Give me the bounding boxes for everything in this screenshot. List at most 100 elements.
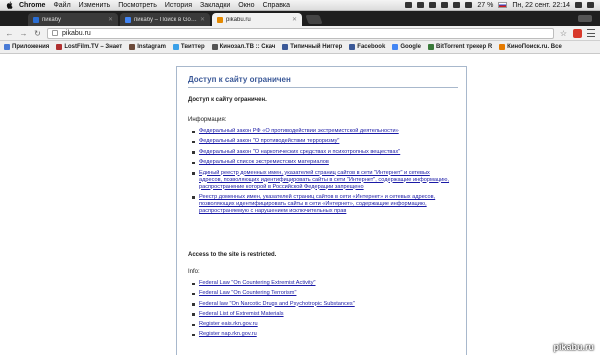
registry-link-nap-en[interactable]: Register nap.rkn.gov.ru bbox=[199, 331, 257, 337]
law-link-extremist-list-en[interactable]: Federal List of Extremist Materials bbox=[199, 311, 284, 317]
instagram-favicon-icon bbox=[129, 44, 136, 50]
chrome-menu-icon[interactable] bbox=[587, 29, 595, 37]
bookmark-apps[interactable]: Приложения bbox=[4, 44, 49, 50]
macos-menubar: Chrome Файл Изменить Посмотреть История … bbox=[0, 0, 600, 11]
list-item: Реестр доменных имен, указателей страниц… bbox=[192, 194, 454, 215]
close-icon[interactable]: ✕ bbox=[200, 16, 205, 23]
bookmark-google[interactable]: Google bbox=[392, 44, 421, 50]
list-item: Federal List of Extremist Materials bbox=[192, 311, 454, 318]
law-link-terrorism[interactable]: Федеральный закон "О противодействии тер… bbox=[199, 138, 339, 144]
new-tab-button[interactable] bbox=[305, 15, 323, 24]
tab-pikabu-ru[interactable]: pikabu.ru ✕ bbox=[212, 13, 302, 26]
spotlight-icon[interactable] bbox=[575, 2, 582, 8]
browser-toolbar: ← → ↻ pikabu.ru ☆ bbox=[0, 26, 600, 41]
bookmark-facebook[interactable]: Facebook bbox=[349, 44, 385, 50]
bookmark-instagram[interactable]: Instagram bbox=[129, 44, 166, 50]
app-menu[interactable]: Chrome bbox=[19, 2, 45, 9]
list-item: Federal Law "On Countering Extremist Act… bbox=[192, 280, 454, 287]
twitter-favicon-icon bbox=[172, 44, 179, 50]
restriction-message-en: Access to the site is restricted. bbox=[188, 252, 277, 258]
page-title: Доступ к сайту ограничен bbox=[188, 75, 291, 84]
list-item: Register eais.rkn.gov.ru bbox=[192, 321, 454, 328]
address-bar[interactable]: pikabu.ru bbox=[47, 27, 554, 39]
battery-status[interactable]: 27 % bbox=[477, 2, 493, 9]
forward-arrow-icon[interactable]: → bbox=[19, 29, 28, 38]
en-law-links: Federal Law "On Countering Extremist Act… bbox=[192, 280, 454, 342]
extension-icon[interactable] bbox=[573, 28, 582, 38]
tab-label: пикабу – Поиск в Google bbox=[134, 16, 200, 23]
time-machine-icon[interactable] bbox=[429, 2, 437, 8]
profile-button[interactable] bbox=[578, 15, 592, 22]
law-link-extremist-list[interactable]: Федеральный список экстремистских матери… bbox=[199, 159, 329, 165]
list-item: Федеральный закон "О наркотических средс… bbox=[192, 149, 454, 156]
registry-link-eais[interactable]: Единый реестр доменных имен, указателей … bbox=[199, 170, 449, 190]
bookmark-kinopoisk[interactable]: КиноПоиск.ru. Все bbox=[499, 44, 562, 50]
bookmark-bittorrent[interactable]: BitTorrent трекер R bbox=[427, 44, 492, 50]
tab-google-search[interactable]: пикабу – Поиск в Google ✕ bbox=[120, 13, 210, 26]
url-text[interactable]: pikabu.ru bbox=[62, 30, 91, 37]
apple-icon[interactable] bbox=[6, 1, 13, 9]
close-icon[interactable]: ✕ bbox=[292, 16, 297, 23]
law-link-extremism[interactable]: Федеральный закон РФ «О противодействии … bbox=[199, 128, 399, 134]
law-link-extremism-en[interactable]: Federal Law "On Countering Extremist Act… bbox=[199, 280, 316, 286]
display-icon[interactable] bbox=[417, 2, 425, 8]
status-tray: 27 % Пн, 22 сент. 22:14 bbox=[405, 2, 594, 9]
facebook-favicon-icon bbox=[349, 44, 356, 50]
registry-link-eais-en[interactable]: Register eais.rkn.gov.ru bbox=[199, 321, 258, 327]
menu-help[interactable]: Справка bbox=[263, 2, 290, 9]
watermark: pikabu.ru bbox=[553, 342, 594, 352]
list-item: Единый реестр доменных имен, указателей … bbox=[192, 170, 454, 191]
bookmark-star-icon[interactable]: ☆ bbox=[559, 29, 568, 38]
tab-favicon bbox=[125, 16, 131, 23]
back-arrow-icon[interactable]: ← bbox=[5, 29, 14, 38]
menu-view[interactable]: Посмотреть bbox=[118, 2, 157, 9]
vk-favicon-icon bbox=[282, 44, 289, 50]
wifi-icon[interactable] bbox=[453, 2, 461, 8]
law-link-terrorism-en[interactable]: Federal Law "On Countering Terrorism" bbox=[199, 290, 296, 296]
page-info-icon[interactable] bbox=[52, 30, 58, 36]
list-item: Federal Law "On Countering Terrorism" bbox=[192, 290, 454, 297]
menu-file[interactable]: Файл bbox=[53, 2, 70, 9]
reload-icon[interactable]: ↻ bbox=[33, 29, 42, 38]
restriction-message: Доступ к сайту ограничен. bbox=[188, 97, 267, 103]
google-favicon-icon bbox=[392, 44, 399, 50]
tab-favicon bbox=[217, 16, 223, 23]
kinozal-favicon-icon bbox=[211, 44, 218, 50]
bluetooth-icon[interactable] bbox=[441, 2, 449, 8]
tab-pikabu[interactable]: пикабу ✕ bbox=[28, 13, 118, 26]
page-viewport: Доступ к сайту ограничен Доступ к сайту … bbox=[0, 54, 600, 355]
tab-favicon bbox=[33, 16, 39, 23]
law-link-narcotics[interactable]: Федеральный закон "О наркотических средс… bbox=[199, 149, 400, 155]
menu-history[interactable]: История bbox=[165, 2, 192, 9]
bookmark-lostfilm[interactable]: LostFilm.TV – Знает bbox=[56, 44, 122, 50]
kinopoisk-favicon-icon bbox=[499, 44, 506, 50]
notification-center-icon[interactable] bbox=[587, 2, 594, 8]
title-divider bbox=[188, 87, 458, 88]
list-item: Federal law "On Narcotic Drugs and Psych… bbox=[192, 301, 454, 308]
rutracker-favicon-icon bbox=[427, 44, 434, 50]
list-item: Федеральный закон РФ «О противодействии … bbox=[192, 128, 454, 135]
input-language-icon[interactable] bbox=[498, 2, 508, 8]
menu-window[interactable]: Окно bbox=[238, 2, 254, 9]
ru-law-links: Федеральный закон РФ «О противодействии … bbox=[192, 128, 454, 218]
bookmark-twitter[interactable]: Твиттер bbox=[172, 44, 205, 50]
info-heading-en: Info: bbox=[188, 269, 200, 275]
apps-grid-icon bbox=[4, 44, 10, 50]
list-item: Register nap.rkn.gov.ru bbox=[192, 331, 454, 338]
bookmark-kinozal[interactable]: Кинозал.ТВ :: Скач bbox=[211, 44, 275, 50]
dropbox-icon[interactable] bbox=[405, 2, 413, 8]
tab-label: pikabu.ru bbox=[226, 16, 251, 23]
close-icon[interactable]: ✕ bbox=[108, 16, 113, 23]
menu-bookmarks[interactable]: Закладки bbox=[200, 2, 230, 9]
tab-strip: пикабу ✕ пикабу – Поиск в Google ✕ pikab… bbox=[0, 11, 600, 26]
menu-edit[interactable]: Изменить bbox=[79, 2, 111, 9]
lostfilm-favicon-icon bbox=[56, 44, 63, 50]
clock[interactable]: Пн, 22 сент. 22:14 bbox=[512, 2, 570, 9]
bookmarks-bar: Приложения LostFilm.TV – Знает Instagram… bbox=[0, 41, 600, 54]
volume-icon[interactable] bbox=[465, 2, 473, 8]
tab-label: пикабу bbox=[42, 16, 61, 23]
bookmark-typical-nigger[interactable]: Типичный Ниггер bbox=[282, 44, 342, 50]
registry-link-nap[interactable]: Реестр доменных имен, указателей страниц… bbox=[199, 194, 435, 214]
list-item: Федеральный закон "О противодействии тер… bbox=[192, 138, 454, 145]
law-link-narcotics-en[interactable]: Federal law "On Narcotic Drugs and Psych… bbox=[199, 301, 355, 307]
